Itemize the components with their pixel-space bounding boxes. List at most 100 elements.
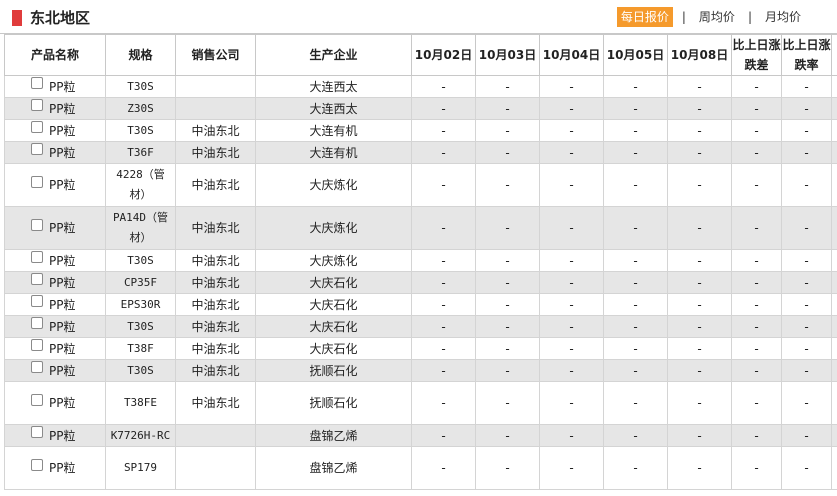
price-cell-date-3: - — [539, 381, 604, 425]
price-cell-date-5-text: - — [697, 221, 702, 235]
row-select-checkbox[interactable] — [31, 218, 43, 231]
sales-company-cell — [175, 97, 256, 120]
change-rate-cell-text: - — [804, 178, 809, 192]
price-cell-date-4: - — [603, 206, 668, 250]
row-select-checkbox[interactable] — [31, 251, 43, 263]
sales-company-cell: 中油东北 — [175, 337, 256, 360]
producer-cell-text: 大庆石化 — [309, 275, 358, 290]
price-cell-date-2: - — [475, 97, 540, 120]
producer-cell: 大连西太 — [255, 97, 412, 120]
price-cell-date-3: - — [539, 75, 604, 98]
sales-company-cell: 中油东北 — [175, 206, 256, 250]
price-cell-date-2-text: - — [505, 341, 510, 356]
price-cell-date-3-text: - — [569, 178, 574, 192]
product-cell-text: PP粒 — [49, 79, 76, 94]
sales-company-cell-text: 中油东北 — [191, 297, 240, 312]
row-select-checkbox[interactable] — [31, 121, 43, 133]
extra-cell — [831, 97, 837, 120]
price-cell-date-3: - — [539, 337, 604, 360]
extra-cell — [831, 163, 837, 207]
row-select-checkbox[interactable] — [31, 393, 43, 406]
row-select-checkbox[interactable] — [31, 273, 43, 285]
extra-cell — [831, 359, 837, 382]
price-cell-date-1-text: - — [441, 319, 446, 334]
price-cell-date-5: - — [667, 315, 732, 338]
price-cell-date-2-text: - — [505, 428, 510, 443]
product-cell: PP粒 — [4, 337, 106, 360]
price-cell-date-4-text: - — [633, 363, 638, 378]
change-diff-cell-text: - — [754, 461, 759, 475]
price-cell-date-5: - — [667, 249, 732, 272]
price-cell-date-1: - — [411, 163, 476, 207]
extra-cell — [831, 206, 837, 250]
row-select-checkbox[interactable] — [31, 317, 43, 329]
spec-cell-text: T30S — [127, 123, 154, 137]
change-diff-cell-text: - — [754, 363, 759, 378]
price-cell-date-5-text: - — [697, 79, 702, 94]
product-cell: PP粒 — [4, 163, 106, 207]
price-cell-date-1-text: - — [441, 341, 446, 356]
price-cell-date-3-text: - — [569, 363, 574, 378]
product-cell-text: PP粒 — [49, 123, 76, 138]
table-row: PP粒 K7726H-RC 盘锦乙烯 - - - - - - - — [4, 424, 837, 447]
change-rate-cell-text: - — [804, 221, 809, 235]
spec-cell-text: PA14D（管材） — [112, 211, 169, 244]
price-cell-date-2: - — [475, 271, 540, 294]
spec-cell: PA14D（管材） — [105, 206, 176, 250]
price-cell-date-2-text: - — [505, 461, 510, 475]
price-cell-date-3: - — [539, 141, 604, 164]
col-header-date-3: 10月04日 — [539, 34, 604, 76]
product-cell: PP粒 — [4, 271, 106, 294]
change-diff-cell-text: - — [754, 253, 759, 268]
price-cell-date-2: - — [475, 75, 540, 98]
row-select-checkbox[interactable] — [31, 77, 43, 89]
tab-daily-price[interactable]: 每日报价 — [616, 7, 673, 27]
price-cell-date-1: - — [411, 119, 476, 142]
tab-monthly-average[interactable]: 月均价 — [761, 7, 805, 27]
price-cell-date-5: - — [667, 446, 732, 490]
product-cell-text: PP粒 — [49, 145, 76, 160]
col-header-date-2: 10月03日 — [475, 34, 540, 76]
product-cell-text: PP粒 — [49, 363, 76, 378]
row-select-checkbox[interactable] — [31, 175, 43, 188]
price-cell-date-3-text: - — [569, 123, 574, 138]
row-select-checkbox[interactable] — [31, 99, 43, 111]
price-cell-date-2-text: - — [505, 275, 510, 290]
price-cell-date-5-text: - — [697, 178, 702, 192]
product-cell-text: PP粒 — [49, 253, 76, 268]
price-cell-date-3: - — [539, 97, 604, 120]
sales-company-cell-text: 中油东北 — [191, 253, 240, 268]
price-cell-date-1: - — [411, 381, 476, 425]
spec-cell: T36F — [105, 141, 176, 164]
tab-weekly-average[interactable]: 周均价 — [695, 7, 739, 27]
table-row: PP粒 T30S 中油东北 大庆炼化 - - - - - - - — [4, 249, 837, 272]
row-select-checkbox[interactable] — [31, 295, 43, 307]
change-diff-cell-text: - — [754, 221, 759, 235]
change-rate-cell-text: - — [804, 275, 809, 290]
price-cell-date-4-text: - — [633, 145, 638, 160]
row-select-checkbox[interactable] — [31, 458, 43, 471]
row-select-checkbox[interactable] — [31, 361, 43, 373]
price-cell-date-3-text: - — [569, 221, 574, 235]
price-cell-date-2-text: - — [505, 178, 510, 192]
price-cell-date-3-text: - — [569, 79, 574, 94]
price-cell-date-4-text: - — [633, 101, 638, 116]
row-select-checkbox[interactable] — [31, 339, 43, 351]
product-cell-text: PP粒 — [49, 101, 76, 116]
product-cell-text: PP粒 — [49, 319, 76, 334]
product-cell-text: PP粒 — [49, 221, 76, 235]
price-cell-date-4-text: - — [633, 428, 638, 443]
page-title: 东北地区 — [30, 9, 91, 27]
price-table: 产品名称 规格 销售公司 生产企业 10月02日 10月03日 10月04日 1… — [4, 34, 837, 490]
sales-company-cell: 中油东北 — [175, 119, 256, 142]
price-cell-date-3-text: - — [569, 145, 574, 160]
spec-cell-text: 4228（管材） — [116, 168, 165, 201]
price-cell-date-2: - — [475, 206, 540, 250]
sales-company-cell: 中油东北 — [175, 381, 256, 425]
price-cell-date-2-text: - — [505, 297, 510, 312]
spec-cell-text: T30S — [127, 363, 154, 377]
row-select-checkbox[interactable] — [31, 426, 43, 438]
row-select-checkbox[interactable] — [31, 143, 43, 155]
producer-cell-text: 大庆石化 — [309, 297, 358, 312]
spec-cell: T30S — [105, 249, 176, 272]
